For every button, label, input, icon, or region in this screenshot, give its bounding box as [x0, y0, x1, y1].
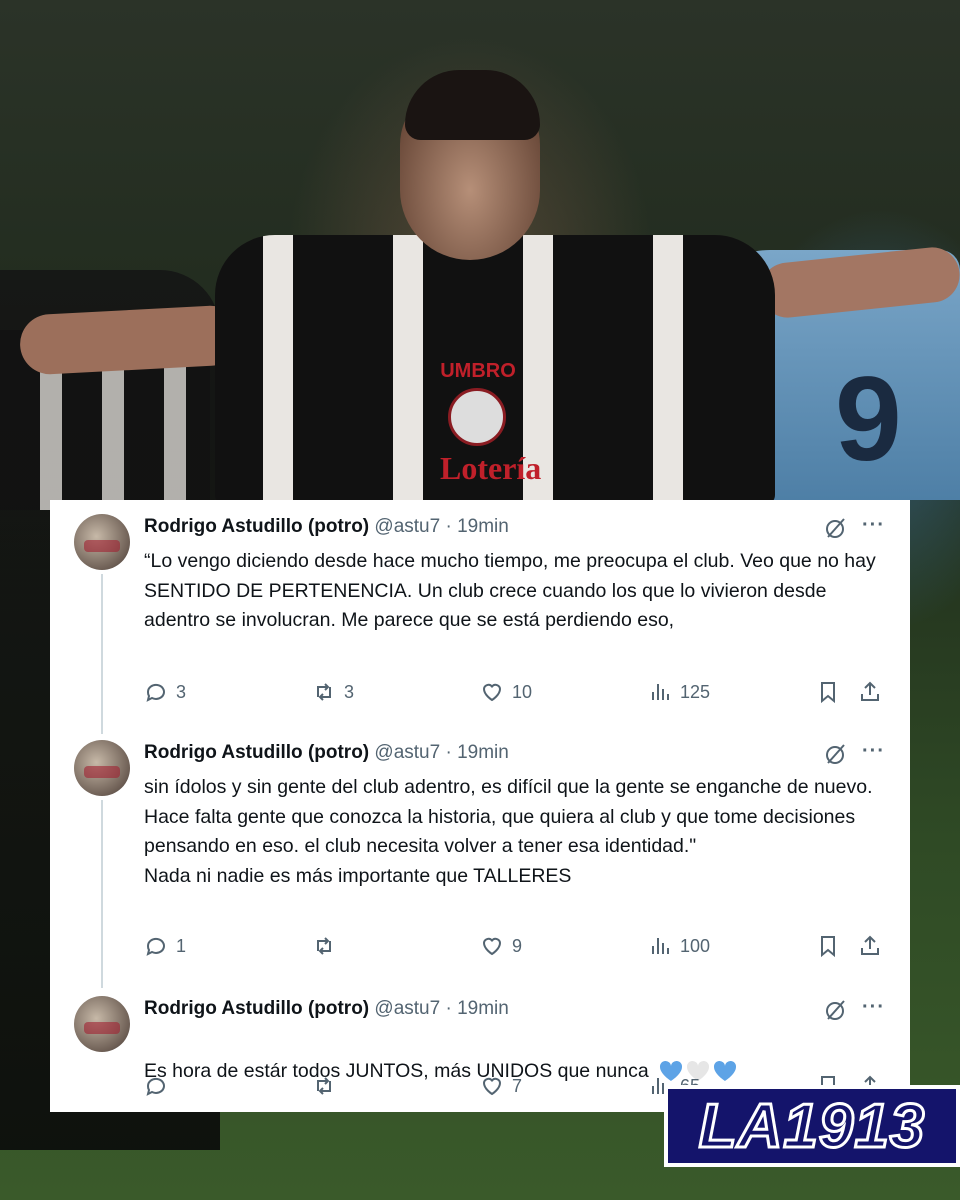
tweet-header: Rodrigo Astudillo (potro) @astu7 · 19min [144, 996, 509, 1022]
views-icon [652, 938, 669, 954]
like-icon [482, 937, 502, 956]
like-count: 7 [512, 1075, 523, 1096]
tweet-actions: 3 3 10 125 [144, 678, 894, 706]
bookmark-icon[interactable] [816, 932, 840, 960]
share-icon[interactable] [858, 678, 882, 706]
reply-button[interactable] [144, 1072, 176, 1100]
like-button[interactable]: 10 [480, 678, 532, 706]
more-icon[interactable]: ··· [862, 515, 886, 540]
reply-button[interactable]: 3 [144, 678, 186, 706]
views-button[interactable]: 100 [648, 932, 710, 960]
views-icon [652, 684, 669, 700]
share-icon[interactable] [858, 932, 882, 960]
like-button[interactable]: 7 [480, 1072, 522, 1100]
like-count: 9 [512, 935, 523, 956]
jersey-brand-logo: UMBRO [440, 360, 516, 382]
handle-time[interactable]: @astu7 · 19min [374, 742, 508, 763]
retweet-count: 3 [344, 681, 355, 702]
brand-logo-text: LA1913 [697, 1090, 926, 1162]
retweet-icon [317, 937, 331, 955]
like-icon [482, 1077, 502, 1096]
tweet-1[interactable]: Rodrigo Astudillo (potro) @astu7 · 19min… [50, 514, 910, 724]
author-name[interactable]: Rodrigo Astudillo (potro) [144, 516, 369, 537]
more-icon[interactable]: ··· [862, 741, 886, 766]
jersey-sponsor: Lotería [440, 450, 542, 486]
grok-icon[interactable] [824, 998, 848, 1022]
reply-icon [146, 1077, 165, 1096]
tweet-thread-card: Rodrigo Astudillo (potro) @astu7 · 19min… [50, 500, 910, 1112]
reply-icon [146, 937, 165, 956]
retweet-icon [317, 1077, 331, 1095]
bookmark-icon[interactable] [816, 678, 840, 706]
more-icon[interactable]: ··· [862, 997, 886, 1022]
avatar[interactable] [74, 514, 130, 570]
handle-time[interactable]: @astu7 · 19min [374, 998, 508, 1019]
grok-icon[interactable] [824, 742, 848, 766]
jersey-crest [448, 388, 506, 446]
tweet-header: Rodrigo Astudillo (potro) @astu7 · 19min [144, 740, 509, 766]
like-icon [482, 683, 502, 702]
avatar[interactable] [74, 996, 130, 1052]
avatar[interactable] [74, 740, 130, 796]
retweet-button[interactable] [312, 1072, 344, 1100]
reply-count: 3 [176, 681, 187, 702]
reply-icon [146, 683, 165, 702]
author-name[interactable]: Rodrigo Astudillo (potro) [144, 742, 369, 763]
like-count: 10 [512, 681, 533, 702]
like-button[interactable]: 9 [480, 932, 522, 960]
views-count: 100 [680, 935, 711, 956]
retweet-button[interactable]: 3 [312, 678, 354, 706]
views-button[interactable]: 125 [648, 678, 710, 706]
retweet-icon [317, 683, 331, 701]
tweet-text: sin ídolos y sin gente del club adentro,… [144, 776, 873, 887]
grok-icon[interactable] [824, 516, 848, 540]
tweet-actions: 1 9 100 [144, 932, 894, 960]
views-count: 125 [680, 681, 711, 702]
author-name[interactable]: Rodrigo Astudillo (potro) [144, 998, 369, 1019]
player-left-arm [18, 304, 242, 376]
reply-count: 1 [176, 935, 187, 956]
handle-time[interactable]: @astu7 · 19min [374, 516, 508, 537]
tweet-header: Rodrigo Astudillo (potro) @astu7 · 19min [144, 514, 509, 540]
tweet-2[interactable]: Rodrigo Astudillo (potro) @astu7 · 19min… [50, 740, 910, 970]
opponent-jersey-number: 9 [835, 352, 902, 486]
tweet-text: “Lo vengo diciendo desde hace mucho tiem… [144, 550, 876, 631]
retweet-button[interactable] [312, 932, 344, 960]
reply-button[interactable]: 1 [144, 932, 186, 960]
brand-logo-badge: LA1913 [664, 1085, 960, 1167]
